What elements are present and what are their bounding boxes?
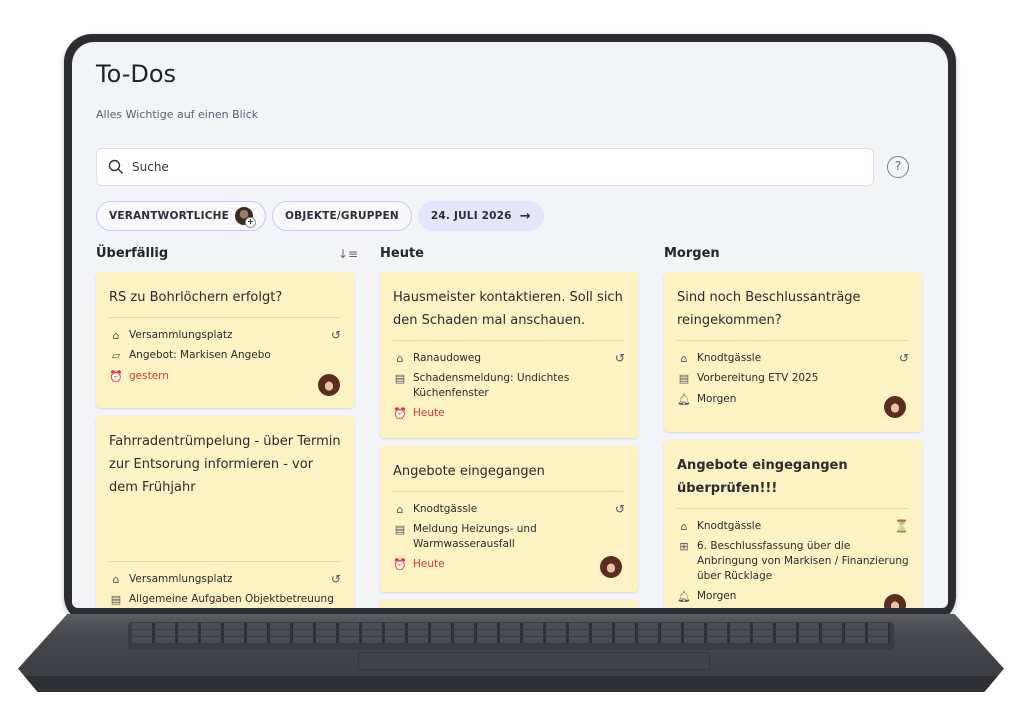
keyboard — [128, 622, 894, 650]
history-icon[interactable]: ↺ — [899, 351, 909, 366]
alarm-icon: ⏰ — [109, 370, 123, 383]
card-location: Knodtgässle — [697, 352, 762, 364]
card-title: Angebote eingegangen — [393, 464, 545, 479]
history-icon[interactable]: ↺ — [331, 572, 341, 587]
search-icon — [108, 159, 123, 174]
filter-objects[interactable]: OBJEKTE/GRUPPEN — [272, 201, 412, 231]
home-icon: ⌂ — [112, 573, 120, 586]
filter-objects-label: OBJEKTE/GRUPPEN — [285, 210, 399, 222]
card-due: Heute — [413, 558, 445, 570]
card-location: Versammlungsplatz — [129, 329, 233, 341]
home-icon: ⌂ — [680, 352, 688, 365]
assignee-avatar[interactable] — [318, 374, 340, 396]
card-reference: Vorbereitung ETV 2025 — [697, 372, 819, 384]
alarm-icon: ⏰ — [393, 558, 407, 571]
home-icon: ⌂ — [680, 520, 688, 533]
card-reference: 6. Beschlussfassung über die Anbringung … — [697, 540, 909, 582]
card-location: Knodtgässle — [697, 520, 762, 532]
arrow-right-icon: → — [519, 208, 531, 224]
card-reference: Angebot: Markisen Angebo — [129, 349, 271, 361]
sort-icon[interactable]: ↓≡ — [338, 247, 358, 261]
todo-card[interactable]: Angebote eingegangen überprüfen!!! ⌂ Knod… — [664, 440, 922, 608]
search-input[interactable] — [130, 159, 734, 175]
app-screen: To-Dos Alles Wichtige auf einen Blick ? … — [72, 42, 948, 608]
column-overdue-title: Überfällig — [96, 246, 169, 261]
alarm-icon: ⏰ — [393, 407, 407, 420]
card-title: Fahrradentrümpelung - über Termin zur En… — [109, 434, 341, 495]
clipboard-icon: ▤ — [394, 372, 406, 385]
card-title: Angebote eingegangen überprüfen!!! — [677, 458, 848, 496]
todo-card[interactable]: Fahrradentrümpelung - über Termin zur En… — [96, 416, 354, 608]
filter-responsible[interactable]: VERANTWORTLICHE + — [96, 201, 267, 231]
todo-card[interactable]: RS zu Bohrlöchern erfolgt? ⌂ Versammlungs… — [96, 272, 354, 408]
card-due: Morgen — [697, 590, 737, 602]
chat-icon: ▱ — [111, 349, 121, 362]
column-tomorrow-title: Morgen — [664, 246, 720, 261]
history-icon[interactable]: ↺ — [615, 502, 625, 517]
add-responsible-avatar-icon[interactable]: + — [235, 207, 257, 228]
assignee-avatar[interactable] — [884, 396, 906, 418]
card-location: Ranaudoweg — [413, 352, 482, 364]
card-due: Morgen — [697, 393, 737, 405]
history-icon[interactable]: ↺ — [331, 328, 341, 343]
card-reference: Meldung Heizungs- und Warmwasserausfall — [413, 523, 537, 550]
laptop-base — [18, 614, 1004, 692]
filter-date-label: 24. JULI 2026 — [430, 210, 512, 222]
todo-card[interactable]: Hausmeister kontaktieren. Soll sich den … — [380, 272, 638, 438]
card-due: gestern — [129, 370, 169, 382]
card-location: Versammlungsplatz — [129, 573, 233, 585]
history-icon[interactable]: ↺ — [615, 351, 625, 366]
clipboard-icon: ▤ — [678, 372, 690, 385]
home-icon: ⌂ — [396, 352, 404, 365]
card-reference: Schadensmeldung: Undichtes Küchenfenster — [413, 372, 570, 399]
card-title: Hausmeister kontaktieren. Soll sich den … — [393, 290, 623, 328]
home-icon: ⌂ — [112, 329, 120, 342]
card-title: Sind noch Beschlussanträge reingekommen? — [677, 290, 861, 328]
todo-card[interactable]: Sind noch Beschlussanträge reingekommen?… — [664, 272, 922, 432]
card-reference: Allgemeine Aufgaben Objektbetreuung — [129, 593, 334, 605]
bell-icon: 🔔︎ — [677, 590, 691, 603]
card-location: Knodtgässle — [413, 503, 478, 515]
trackpad — [358, 652, 710, 670]
help-icon[interactable]: ? — [887, 156, 909, 178]
vote-icon: ⊞ — [679, 540, 689, 553]
filter-date[interactable]: 24. JULI 2026 → — [417, 201, 544, 231]
card-due: Heute — [413, 407, 445, 419]
column-today-title: Heute — [380, 246, 424, 261]
history-icon[interactable]: ⏳ — [894, 519, 909, 534]
card-title: RS zu Bohrlöchern erfolgt? — [109, 290, 283, 305]
search-bar[interactable] — [96, 148, 874, 186]
page-subtitle: Alles Wichtige auf einen Blick — [96, 108, 259, 121]
assignee-avatar[interactable] — [600, 556, 622, 578]
clipboard-icon: ▤ — [110, 593, 122, 606]
page-title: To-Dos — [96, 60, 177, 88]
filter-bar: VERANTWORTLICHE + OBJEKTE/GRUPPEN 24. JU… — [96, 201, 544, 231]
todo-card[interactable]: Angebote eingegangen ⌂ Knodtgässle ↺ ▤ Meld… — [380, 446, 638, 592]
filter-responsible-label: VERANTWORTLICHE — [109, 210, 230, 222]
bell-icon: 🔔︎ — [677, 393, 691, 406]
home-icon: ⌂ — [396, 503, 404, 516]
clipboard-icon: ▤ — [394, 523, 406, 536]
todo-card[interactable] — [380, 600, 638, 608]
